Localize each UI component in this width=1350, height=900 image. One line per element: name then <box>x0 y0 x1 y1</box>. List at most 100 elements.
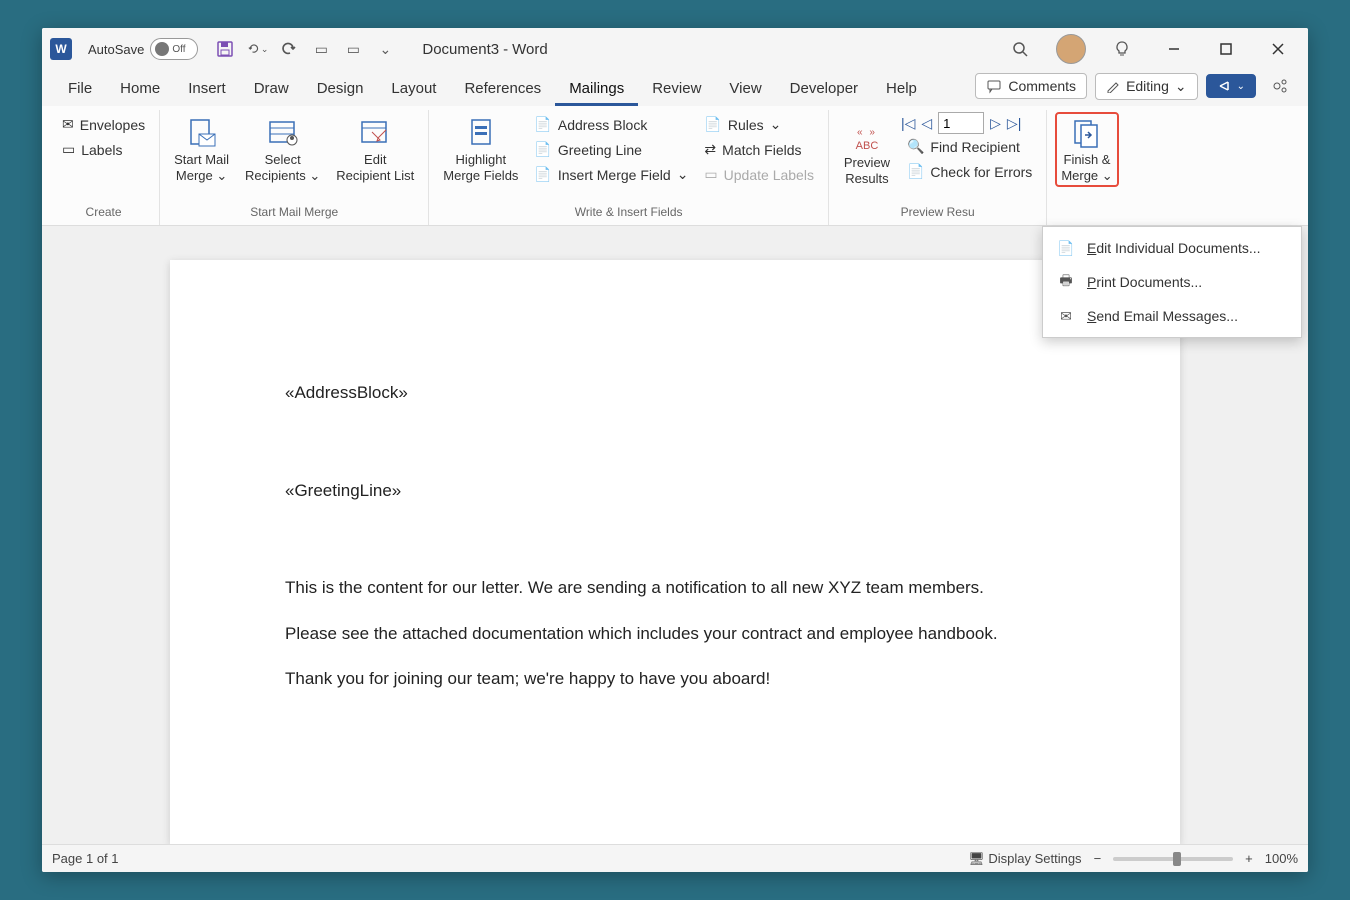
labels-label: Labels <box>81 142 122 158</box>
toggle-knob <box>155 42 169 56</box>
printer-icon: 🖶 <box>1057 273 1075 291</box>
next-record-icon[interactable]: ▷ <box>990 115 1001 132</box>
tab-references[interactable]: References <box>450 74 555 106</box>
check-icon: 📄 <box>907 163 924 180</box>
rules-icon: 📄 <box>704 116 721 133</box>
zoom-level[interactable]: 100% <box>1265 851 1298 866</box>
record-number-input[interactable] <box>938 112 984 134</box>
finish-merge-button[interactable]: Finish &Merge ⌄ <box>1055 112 1118 187</box>
prev-record-icon[interactable]: ◁ <box>921 115 932 132</box>
finish-merge-dropdown: 📄 Edit Individual Documents... 🖶 Print D… <box>1042 226 1302 338</box>
update-labels-label: Update Labels <box>724 167 814 183</box>
search-icon[interactable] <box>1004 33 1036 65</box>
merge-field-address-block[interactable]: «AddressBlock» <box>285 380 1065 406</box>
minimize-button[interactable] <box>1158 33 1190 65</box>
match-fields-label: Match Fields <box>722 142 801 158</box>
print-documents-item[interactable]: 🖶 Print Documents... <box>1043 265 1301 299</box>
find-icon: 🔍 <box>907 138 924 155</box>
body-paragraph-3[interactable]: Thank you for joining our team; we're ha… <box>285 666 1065 692</box>
rules-label: Rules <box>728 117 764 133</box>
display-settings-label: Display Settings <box>988 851 1081 866</box>
insert-merge-field-button[interactable]: 📄 Insert Merge Field ⌄ <box>528 162 694 187</box>
tab-home[interactable]: Home <box>106 74 174 106</box>
user-avatar[interactable] <box>1056 34 1086 64</box>
labels-button[interactable]: ▭ Labels <box>56 137 151 162</box>
tab-view[interactable]: View <box>715 74 775 106</box>
edit-list-icon <box>358 116 392 150</box>
quick-access-toolbar: ⌄ ▭ ▭ ⌄ <box>214 38 396 60</box>
record-navigation: |◁ ◁ ▷ ▷| <box>901 112 1038 134</box>
tab-mailings[interactable]: Mailings <box>555 74 638 106</box>
doc-icon: 📄 <box>534 141 551 158</box>
autosave-toggle[interactable]: Off <box>150 38 198 60</box>
group-write-label: Write & Insert Fields <box>437 203 820 223</box>
finish-merge-icon <box>1070 116 1104 150</box>
tab-layout[interactable]: Layout <box>377 74 450 106</box>
tab-design[interactable]: Design <box>303 74 378 106</box>
maximize-button[interactable] <box>1210 33 1242 65</box>
select-recipients-button[interactable]: SelectRecipients ⌄ <box>239 112 326 187</box>
envelopes-button[interactable]: ✉ Envelopes <box>56 112 151 137</box>
preview-results-button[interactable]: « » ABC PreviewResults <box>837 112 897 190</box>
tab-file[interactable]: File <box>54 74 106 106</box>
close-button[interactable] <box>1262 33 1294 65</box>
edit-individual-documents-item[interactable]: 📄 Edit Individual Documents... <box>1043 231 1301 265</box>
chevron-down-icon: ⌄ <box>770 116 782 133</box>
comments-button[interactable]: Comments <box>975 73 1087 99</box>
share-button[interactable]: ⌄ <box>1206 74 1256 98</box>
group-create-label: Create <box>56 203 151 223</box>
highlight-icon <box>464 116 498 150</box>
edit-recipient-list-button[interactable]: EditRecipient List <box>330 112 420 187</box>
editing-mode-button[interactable]: Editing ⌄ <box>1095 73 1198 100</box>
qat-dropdown[interactable]: ⌄ <box>374 38 396 60</box>
highlight-merge-fields-button[interactable]: HighlightMerge Fields <box>437 112 524 187</box>
zoom-thumb[interactable] <box>1173 852 1181 866</box>
match-fields-button[interactable]: ⇄ Match Fields <box>698 137 820 162</box>
collapse-ribbon-icon[interactable] <box>1264 70 1296 102</box>
merge-field-greeting-line[interactable]: «GreetingLine» <box>285 478 1065 504</box>
greeting-line-button[interactable]: 📄 Greeting Line <box>528 137 694 162</box>
redo-icon[interactable] <box>278 38 300 60</box>
autosave-label: AutoSave <box>88 42 144 57</box>
address-block-label: Address Block <box>558 117 647 133</box>
first-record-icon[interactable]: |◁ <box>901 115 915 132</box>
ribbon: ✉ Envelopes ▭ Labels Create Star <box>42 106 1308 226</box>
lightbulb-icon[interactable] <box>1106 33 1138 65</box>
autosave-control[interactable]: AutoSave Off <box>88 38 198 60</box>
chevron-down-icon: ⌄ <box>1175 78 1187 95</box>
zoom-slider[interactable] <box>1113 857 1233 861</box>
document-page[interactable]: «AddressBlock» «GreetingLine» This is th… <box>170 260 1180 844</box>
last-record-icon[interactable]: ▷| <box>1007 115 1021 132</box>
qat-btn-2[interactable]: ▭ <box>342 38 364 60</box>
tab-help[interactable]: Help <box>872 74 931 106</box>
tab-insert[interactable]: Insert <box>174 74 240 106</box>
address-block-button[interactable]: 📄 Address Block <box>528 112 694 137</box>
display-settings-button[interactable]: 🖥 Display Settings <box>968 851 1081 867</box>
check-errors-button[interactable]: 📄 Check for Errors <box>901 159 1038 184</box>
tab-developer[interactable]: Developer <box>776 74 872 106</box>
email-icon: ✉ <box>1057 307 1075 325</box>
page-indicator[interactable]: Page 1 of 1 <box>52 851 119 866</box>
body-paragraph-2[interactable]: Please see the attached documentation wh… <box>285 621 1065 647</box>
undo-icon[interactable]: ⌄ <box>246 38 268 60</box>
doc-icon: 📄 <box>534 116 551 133</box>
save-icon[interactable] <box>214 38 236 60</box>
body-paragraph-1[interactable]: This is the content for our letter. We a… <box>285 575 1065 601</box>
group-write-insert: HighlightMerge Fields 📄 Address Block 📄 … <box>429 110 829 225</box>
group-finish: Finish &Merge ⌄ Finish <box>1047 110 1126 225</box>
start-mail-merge-button[interactable]: Start MailMerge ⌄ <box>168 112 235 187</box>
title-bar: W AutoSave Off ⌄ ▭ ▭ ⌄ Document3 <box>42 28 1308 70</box>
zoom-in-button[interactable]: + <box>1245 851 1253 866</box>
rules-button[interactable]: 📄 Rules ⌄ <box>698 112 820 137</box>
update-labels-button: ▭ Update Labels <box>698 162 820 187</box>
envelope-icon: ✉ <box>62 116 74 133</box>
app-name: Word <box>512 41 548 58</box>
send-email-messages-item[interactable]: ✉ Send Email Messages... <box>1043 299 1301 333</box>
zoom-out-button[interactable]: − <box>1094 851 1102 866</box>
qat-btn-1[interactable]: ▭ <box>310 38 332 60</box>
tab-draw[interactable]: Draw <box>240 74 303 106</box>
comments-label: Comments <box>1008 78 1076 94</box>
tab-review[interactable]: Review <box>638 74 715 106</box>
update-icon: ▭ <box>704 166 717 183</box>
find-recipient-button[interactable]: 🔍 Find Recipient <box>901 134 1038 159</box>
